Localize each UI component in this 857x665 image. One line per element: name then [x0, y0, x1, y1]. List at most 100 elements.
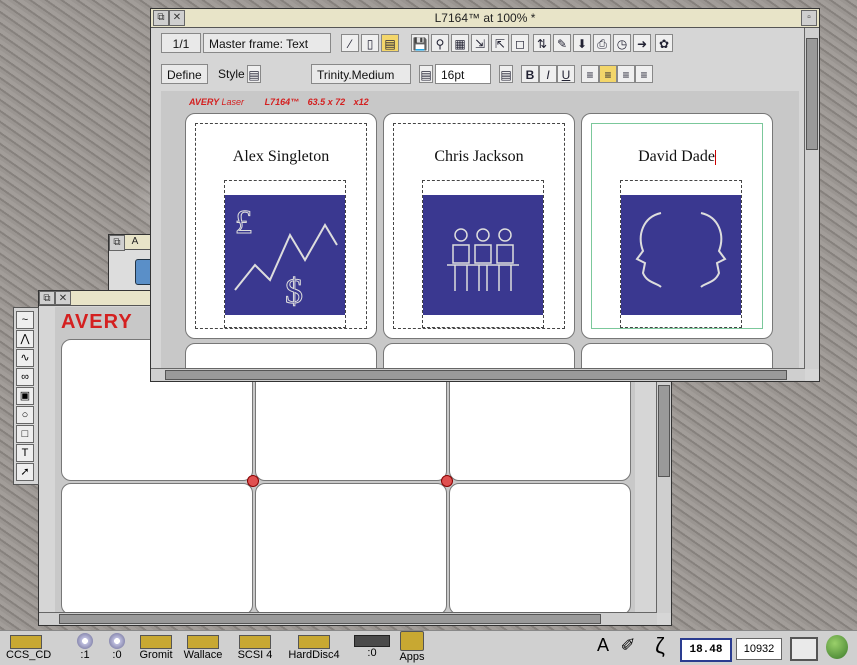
spell-check-icon[interactable]: ✎	[553, 34, 571, 52]
memory-display[interactable]: 10932	[736, 638, 782, 660]
iconbar-item-ccs-cd[interactable]: CCS_CD	[6, 635, 51, 661]
style-button[interactable]: Style	[213, 64, 250, 84]
select-tool-icon[interactable]: ➚	[16, 463, 34, 481]
label-card[interactable]	[185, 343, 377, 369]
label-name-text[interactable]: Chris Jackson	[384, 148, 574, 166]
save-icon[interactable]: 💾	[411, 34, 429, 52]
underline-button[interactable]: U	[557, 65, 575, 83]
text-tool-icon[interactable]: T	[16, 444, 34, 462]
align-center-icon[interactable]: ≡	[599, 65, 617, 83]
back-icon[interactable]: ⧉	[153, 10, 169, 26]
template-label-cell[interactable]	[61, 483, 253, 615]
scroll-thumb[interactable]	[165, 370, 787, 380]
bold-button[interactable]: B	[521, 65, 539, 83]
curve-tool-icon[interactable]: ∿	[16, 349, 34, 367]
drive-icon	[239, 635, 271, 649]
iconbar-item-wallace[interactable]: Wallace	[180, 635, 226, 661]
image-frame[interactable]	[620, 180, 742, 328]
import-icon[interactable]: ⇲	[471, 34, 489, 52]
iconbar-item-apps[interactable]: Apps	[396, 631, 428, 663]
toolbar-format: Define Style ▤ Trinity.Medium ▤ 16pt ▤ B…	[151, 59, 819, 89]
label-card[interactable]: Alex Singleton £ $	[185, 113, 377, 339]
text-frame-icon[interactable]: ▤	[381, 34, 399, 52]
paint-app-icon[interactable]: ✐	[618, 635, 638, 656]
blank-frame-icon[interactable]: ▯	[361, 34, 379, 52]
font-name-field[interactable]: Trinity.Medium	[311, 64, 411, 84]
ellipse-tool-icon[interactable]: ○	[16, 406, 34, 424]
grid-icon[interactable]: ▦	[451, 34, 469, 52]
style-menu-icon[interactable]: ▤	[247, 65, 261, 83]
task-manager-icon[interactable]	[826, 635, 848, 659]
label-name-text[interactable]: Alex Singleton	[186, 148, 376, 166]
label-card[interactable]	[581, 343, 773, 369]
avery-logo: AVERY	[61, 311, 133, 333]
vertical-scrollbar[interactable]	[804, 28, 819, 369]
back-icon[interactable]: ⧉	[39, 291, 55, 305]
draw-app-icon[interactable]: A	[590, 635, 616, 656]
horizontal-scrollbar[interactable]	[151, 368, 805, 381]
edit-app-icon[interactable]: ζ	[650, 633, 670, 659]
iconbar-item-harddisc4[interactable]: HardDisc4	[282, 635, 346, 661]
close-icon[interactable]: ✕	[55, 291, 71, 305]
template-label-cell[interactable]	[449, 483, 631, 615]
faces-profile-image	[621, 195, 741, 315]
money-graph-image: £ $	[225, 195, 345, 315]
italic-button[interactable]: I	[539, 65, 557, 83]
loop-tool-icon[interactable]: ∞	[16, 368, 34, 386]
iconbar-item-gromit[interactable]: Gromit	[134, 635, 178, 661]
sheet-dims: 63.5 x 72	[307, 97, 346, 107]
image-frame[interactable]	[422, 180, 544, 328]
print-icon[interactable]: ⎙	[593, 34, 611, 52]
polyline-tool-icon[interactable]: ⋀	[16, 330, 34, 348]
sort-icon[interactable]: ⇅	[533, 34, 551, 52]
align-right-icon[interactable]: ≡	[617, 65, 635, 83]
arrow-out-icon[interactable]: ➜	[633, 34, 651, 52]
label-card[interactable]	[383, 343, 575, 369]
toggle-size-icon[interactable]: ▫	[801, 10, 817, 26]
sheet-code: L7164™	[264, 97, 300, 107]
window-title[interactable]: L7164™ at 100% *	[151, 9, 819, 28]
guide-handle[interactable]	[441, 475, 453, 487]
image-frame[interactable]: £ $	[224, 180, 346, 328]
iconbar-item-cd1[interactable]: :1	[70, 633, 100, 661]
scroll-thumb[interactable]	[658, 385, 670, 477]
size-menu-icon[interactable]: ▤	[499, 65, 513, 83]
align-left-icon[interactable]: ≡	[581, 65, 599, 83]
label-designer-window[interactable]: L7164™ at 100% * ⧉ ✕ ▫ 1/1 Master frame:…	[150, 8, 820, 382]
back-icon[interactable]: ⧉	[109, 235, 125, 251]
label-name-value: David Dade	[638, 148, 715, 165]
iconbar-label: :1	[80, 649, 90, 661]
svg-text:$: $	[285, 271, 303, 311]
merge-icon[interactable]: ⬇	[573, 34, 591, 52]
frame-tool-icon[interactable]: ⁄	[341, 34, 359, 52]
rectangle-tool-icon[interactable]: □	[16, 425, 34, 443]
define-button[interactable]: Define	[161, 64, 208, 84]
paint-icon[interactable]: ✿	[655, 34, 673, 52]
guide-handle[interactable]	[247, 475, 259, 487]
iconbar-item-scsi4[interactable]: SCSI 4	[232, 635, 278, 661]
scroll-thumb[interactable]	[806, 38, 818, 150]
clock-display[interactable]: 18.48	[680, 638, 732, 662]
scroll-thumb[interactable]	[59, 614, 601, 624]
people-meeting-image	[423, 195, 543, 315]
iconbar-label: HardDisc4	[288, 649, 340, 661]
iconbar-item-floppy[interactable]: :0	[352, 635, 392, 659]
close-icon[interactable]: ✕	[169, 10, 185, 26]
horizontal-scrollbar[interactable]	[39, 612, 657, 625]
rectangle-fill-tool-icon[interactable]: ▣	[16, 387, 34, 405]
justify-icon[interactable]: ≡	[635, 65, 653, 83]
display-manager-icon[interactable]	[790, 637, 818, 661]
frame-select-icon[interactable]: ◻	[511, 34, 529, 52]
font-size-field[interactable]: 16pt	[435, 64, 491, 84]
freehand-tool-icon[interactable]: ~	[16, 311, 34, 329]
clock-icon[interactable]: ◷	[613, 34, 631, 52]
iconbar-label: :0	[112, 649, 122, 661]
font-menu-icon[interactable]: ▤	[419, 65, 433, 83]
export-icon[interactable]: ⇱	[491, 34, 509, 52]
zoom-icon[interactable]: ⚲	[431, 34, 449, 52]
label-name-text[interactable]: David Dade	[582, 148, 772, 166]
label-card[interactable]: Chris Jackson	[383, 113, 575, 339]
label-card[interactable]: David Dade	[581, 113, 773, 339]
template-label-cell[interactable]	[255, 483, 447, 615]
iconbar-item-cd0[interactable]: :0	[102, 633, 132, 661]
